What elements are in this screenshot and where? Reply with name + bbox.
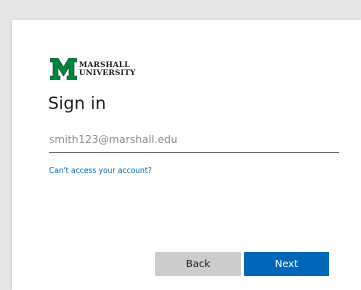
email-field[interactable] [49, 128, 339, 153]
sign-in-card: MARSHALL UNIVERSITY Sign in Can't access… [12, 20, 361, 290]
next-button[interactable]: Next [244, 252, 329, 276]
back-button[interactable]: Back [155, 252, 241, 276]
page-background: MARSHALL UNIVERSITY Sign in Can't access… [0, 0, 361, 290]
marshall-m-logo-icon [50, 58, 77, 80]
logo-line-university: UNIVERSITY [79, 68, 136, 77]
page-title: Sign in [48, 94, 106, 114]
marshall-university-logo: MARSHALL UNIVERSITY [50, 58, 136, 80]
logo-wordmark: MARSHALL UNIVERSITY [79, 61, 136, 77]
cant-access-account-link[interactable]: Can't access your account? [49, 166, 152, 175]
